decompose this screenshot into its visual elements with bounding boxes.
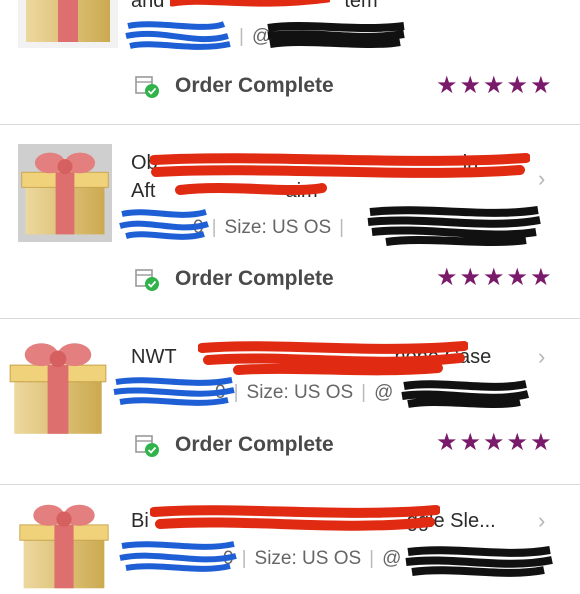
star-icon: ★ (436, 429, 458, 456)
star-icon: ★ (506, 264, 529, 291)
redaction-black (405, 546, 553, 577)
package-check-icon (135, 435, 159, 457)
chevron-right-icon[interactable]: › (538, 508, 545, 534)
chevron-right-icon[interactable]: › (538, 166, 545, 192)
chevron-right-icon[interactable]: › (538, 344, 545, 370)
redaction-black (367, 206, 541, 246)
redaction-blue (113, 377, 235, 406)
redaction-blue (119, 541, 237, 572)
star-icon: ★ (436, 264, 458, 291)
star-icon: ★ (459, 72, 482, 99)
rating-stars: ★ ★ ★ ★ ★ (436, 431, 552, 455)
star-icon: ★ (483, 72, 505, 99)
redaction-red (150, 153, 530, 195)
rating-stars: ★ ★ ★ ★ ★ (436, 74, 552, 98)
star-icon: ★ (459, 264, 482, 291)
order-status: Order Complete (133, 265, 334, 293)
redaction-blue (119, 209, 209, 240)
package-check-icon (135, 76, 159, 98)
gift-box-icon (6, 336, 110, 440)
order-status: Order Complete (133, 72, 334, 100)
star-icon: ★ (530, 429, 552, 456)
divider (0, 124, 580, 125)
redaction-black (267, 22, 405, 48)
star-icon: ★ (436, 72, 458, 99)
divider (0, 318, 580, 319)
package-check-icon (135, 269, 159, 291)
gift-box-icon (18, 0, 118, 48)
divider (0, 484, 580, 485)
redaction-blue (125, 21, 231, 50)
rating-stars: ★ ★ ★ ★ ★ (436, 266, 552, 290)
star-icon: ★ (506, 72, 529, 99)
star-icon: ★ (459, 429, 482, 456)
redaction-red (198, 341, 468, 376)
redaction-red (170, 0, 330, 7)
redaction-black (401, 380, 530, 408)
gift-box-icon (18, 144, 112, 242)
star-icon: ★ (506, 429, 529, 456)
star-icon: ★ (483, 264, 505, 291)
star-icon: ★ (483, 429, 505, 456)
star-icon: ★ (530, 72, 552, 99)
star-icon: ★ (530, 264, 552, 291)
order-status: Order Complete (133, 431, 334, 459)
redaction-red (150, 505, 440, 531)
